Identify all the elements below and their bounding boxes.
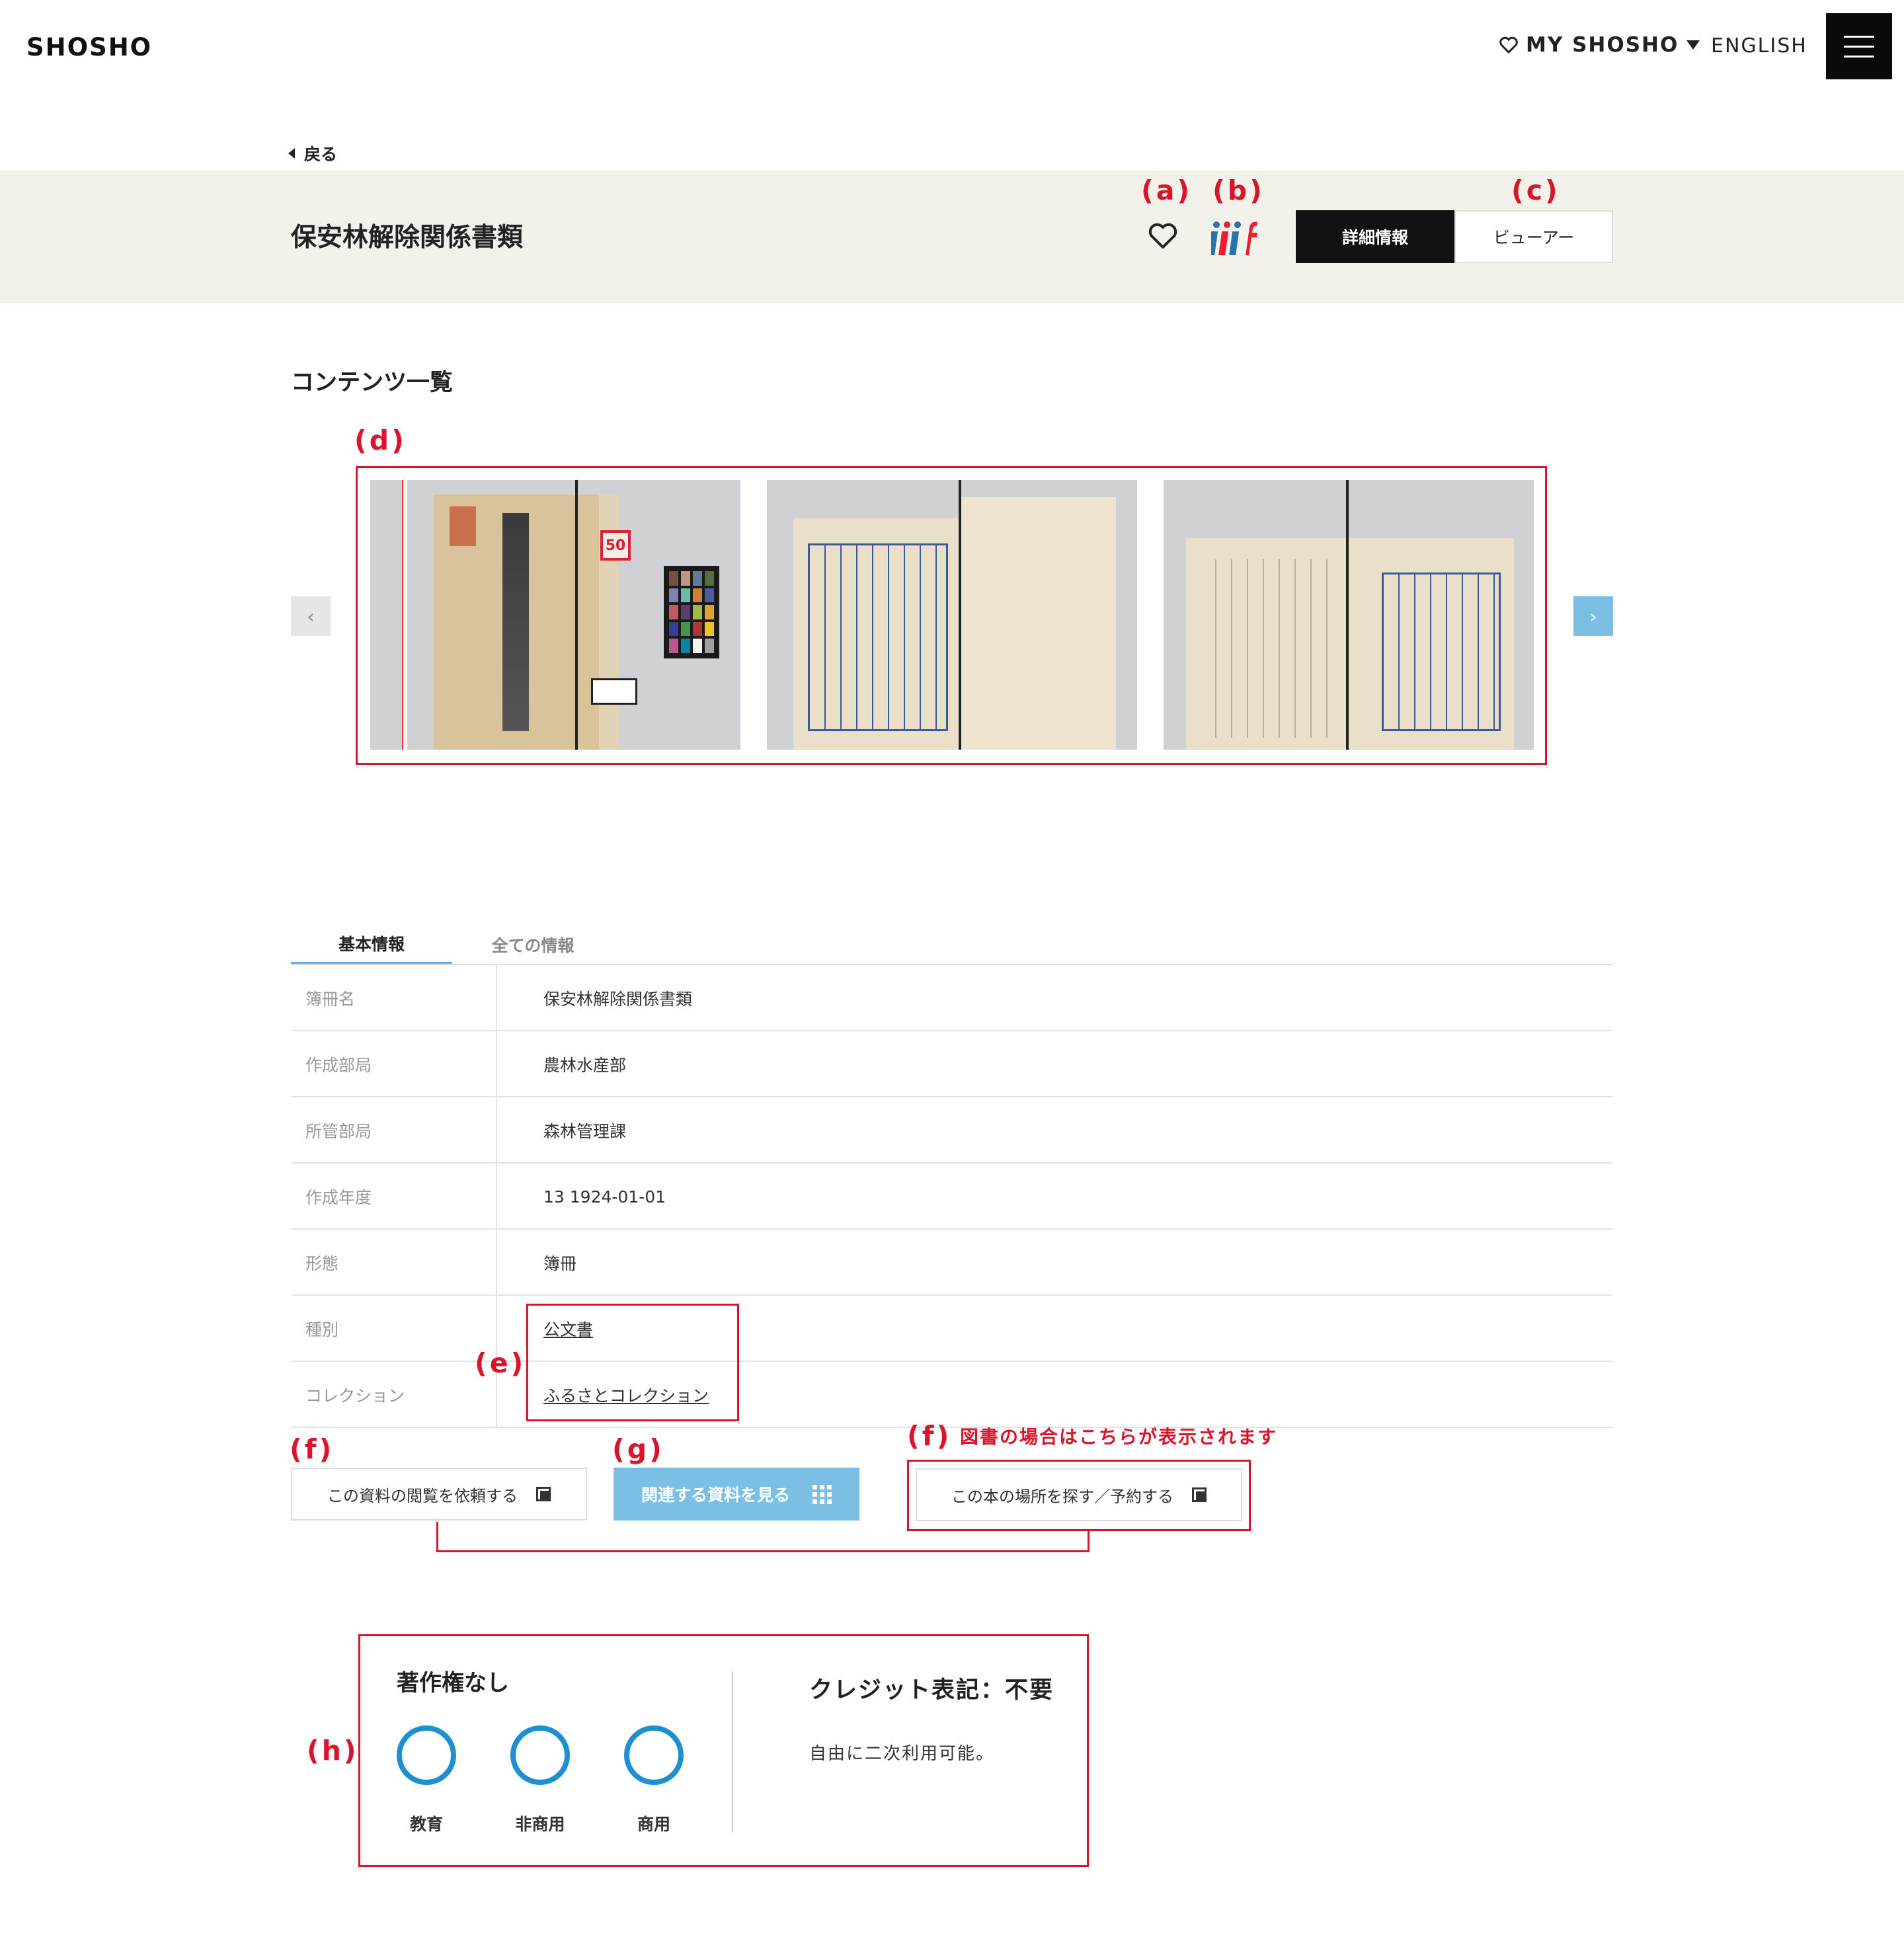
my-shosho-menu[interactable]: MY SHOSHO	[1499, 33, 1700, 57]
heart-icon	[1499, 36, 1518, 54]
annotation-a: (a)	[1141, 175, 1193, 206]
back-label: 戻る	[304, 145, 338, 164]
thumbnail-3[interactable]	[1164, 480, 1534, 750]
related-materials-button[interactable]: 関連する資料を見る	[614, 1468, 859, 1521]
hamburger-menu-button[interactable]	[1826, 13, 1892, 79]
ruled-grid	[808, 543, 948, 731]
carousel-prev-button[interactable]: ‹	[291, 596, 331, 636]
my-shosho-label: MY SHOSHO	[1526, 33, 1679, 57]
external-link-icon	[536, 1487, 551, 1501]
carousel-next-button[interactable]: ›	[1573, 596, 1613, 636]
caret-down-icon	[1686, 40, 1700, 50]
request-view-label: この資料の閲覧を依頼する	[327, 1486, 518, 1505]
use-label-noncommercial: 非商用	[515, 1815, 565, 1834]
tab-all-info[interactable]: 全ての情報	[452, 924, 614, 965]
field-row: 作成年度 13 1924-01-01	[291, 1164, 1613, 1230]
credit-description: 自由に二次利用可能。	[809, 1744, 995, 1764]
field-row: 所管部局 森林管理課	[291, 1097, 1613, 1164]
field-value: 農林水産部	[543, 1056, 627, 1075]
field-key: 種別	[305, 1320, 339, 1339]
field-row: 作成部局 農林水産部	[291, 1031, 1613, 1097]
commercial-circle-icon	[624, 1725, 684, 1785]
annotation-e: (e)	[475, 1347, 526, 1379]
use-label-education: 教育	[409, 1815, 443, 1834]
field-value: 森林管理課	[543, 1122, 627, 1141]
red-stamp	[450, 506, 476, 546]
noncommercial-circle-icon	[510, 1725, 570, 1785]
field-value: 保安林解除関係書類	[543, 990, 693, 1009]
education-circle-icon	[397, 1725, 456, 1785]
field-key: 簿冊名	[305, 990, 356, 1009]
iiif-logo-icon[interactable]	[1211, 218, 1259, 258]
connector-right	[1088, 1530, 1090, 1552]
annotation-f: (f)	[290, 1433, 335, 1465]
annotation-c: (c)	[1511, 175, 1560, 206]
connector-left	[436, 1522, 438, 1552]
right-page	[961, 497, 1116, 750]
annotation-library-note: 図書の場合はこちらが表示されます	[960, 1426, 1278, 1448]
caret-left-icon	[288, 148, 295, 159]
ruler	[402, 480, 407, 750]
page-title: 保安林解除関係書類	[291, 223, 524, 253]
site-logo[interactable]: SHOSHO	[26, 33, 152, 61]
language-switch[interactable]: ENGLISH	[1711, 34, 1807, 58]
cover-title-ink	[502, 513, 529, 731]
field-key: 形態	[305, 1254, 339, 1273]
annotation-h: (h)	[307, 1735, 359, 1766]
credit-requirement: クレジット表記：不要	[809, 1677, 1054, 1704]
favorite-heart-icon[interactable]	[1148, 221, 1178, 251]
connector-bottom	[436, 1550, 1090, 1552]
tab-basic-info[interactable]: 基本情報	[291, 924, 452, 965]
field-value: 13 1924-01-01	[543, 1187, 666, 1206]
ruled-grid	[1382, 573, 1501, 731]
annotation-g: (g)	[612, 1433, 664, 1465]
thumbnail-1[interactable]: 50	[370, 480, 740, 750]
related-materials-label: 関連する資料を見る	[641, 1485, 790, 1505]
field-key: 作成部局	[305, 1056, 372, 1075]
label-tag: 50	[600, 530, 631, 561]
grid-icon	[813, 1484, 832, 1504]
annotation-box-e	[526, 1304, 739, 1421]
field-key: 作成年度	[305, 1188, 372, 1207]
rights-divider	[732, 1671, 733, 1833]
title-band	[0, 171, 1904, 303]
annotation-d: (d)	[354, 424, 407, 456]
contents-heading: コンテンツ一覧	[291, 370, 454, 396]
find-book-button[interactable]: この本の場所を探す／予約する	[916, 1468, 1242, 1521]
find-book-label: この本の場所を探す／予約する	[951, 1487, 1173, 1506]
color-checker	[664, 566, 719, 658]
annotation-f-library: (f)	[907, 1420, 952, 1452]
field-key: コレクション	[305, 1386, 405, 1405]
copyright-status: 著作権なし	[397, 1670, 509, 1696]
field-row: 簿冊名 保安林解除関係書類	[291, 965, 1613, 1031]
photo-label	[591, 678, 637, 705]
field-value: 簿冊	[543, 1254, 577, 1273]
handwriting-lines	[1201, 559, 1341, 738]
use-label-commercial: 商用	[637, 1815, 670, 1834]
annotation-b: (b)	[1212, 175, 1265, 206]
spine-line	[575, 480, 578, 750]
back-link[interactable]: 戻る	[288, 141, 337, 165]
field-row: 形態 簿冊	[291, 1230, 1613, 1296]
tab-detail[interactable]: 詳細情報	[1296, 210, 1454, 263]
external-link-icon	[1192, 1487, 1207, 1502]
tab-viewer[interactable]: ビューアー	[1454, 210, 1613, 263]
request-view-button[interactable]: この資料の閲覧を依頼する	[291, 1468, 587, 1521]
thumbnail-2[interactable]	[767, 480, 1137, 750]
field-key: 所管部局	[305, 1122, 372, 1141]
